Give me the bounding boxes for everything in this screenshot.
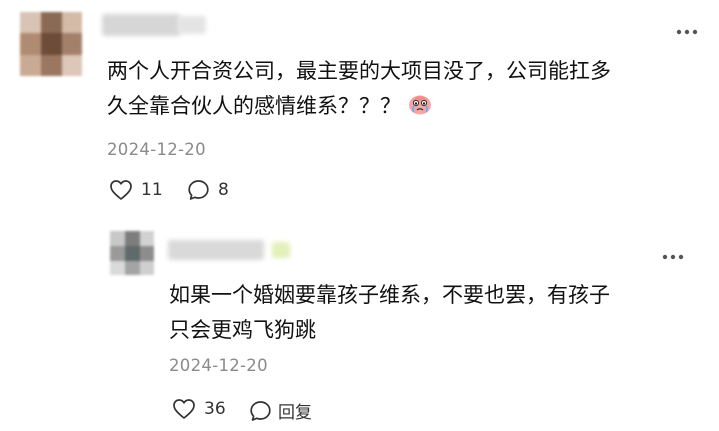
comment-date: 2024-12-20	[107, 140, 206, 159]
comment-text-line-2: 久全靠合伙人的感情维系？？？	[107, 89, 707, 127]
reply-action-label: 回复	[278, 403, 312, 423]
commenter-avatar[interactable]	[20, 12, 82, 76]
reply-text-line-2: 只会更鸡飞狗跳	[169, 318, 316, 342]
replier-avatar[interactable]	[110, 231, 154, 275]
reply-text-line-1: 如果一个婚姻要靠孩子维系，不要也罢，有孩子	[169, 283, 610, 307]
crying-face-emoji-icon	[407, 90, 433, 127]
heart-icon	[173, 399, 195, 419]
commenter-name-blurred[interactable]	[102, 14, 180, 36]
more-dots-icon[interactable]	[662, 243, 684, 263]
comment-text-line-1: 两个人开合资公司，最主要的大项目没了，公司能扛多	[107, 59, 611, 83]
commenter-name-blurred-tail	[178, 16, 206, 34]
comment-like-button[interactable]: 11	[109, 179, 163, 201]
comment-thread: 两个人开合资公司，最主要的大项目没了，公司能扛多 久全靠合伙人的感情维系？？？ …	[0, 0, 719, 431]
reply-like-button[interactable]: 36	[172, 398, 226, 420]
heart-icon	[110, 180, 132, 200]
more-dots-icon[interactable]	[676, 18, 698, 38]
speech-bubble-icon	[188, 180, 209, 200]
speech-bubble-icon	[250, 400, 271, 421]
comment-body: 两个人开合资公司，最主要的大项目没了，公司能扛多 久全靠合伙人的感情维系？？？	[107, 54, 707, 127]
replier-name-blurred[interactable]	[168, 240, 264, 260]
comment-text-line-2-content: 久全靠合伙人的感情维系？？？	[107, 94, 401, 118]
reply-body: 如果一个婚姻要靠孩子维系，不要也罢，有孩子 只会更鸡飞狗跳	[169, 278, 699, 348]
reply-date: 2024-12-20	[169, 356, 268, 375]
like-count: 36	[204, 399, 226, 419]
replier-badge-blurred	[272, 242, 290, 258]
like-count: 11	[141, 180, 163, 200]
reply-to-reply-button[interactable]: 回复	[249, 398, 312, 423]
comment-reply-button[interactable]: 8	[187, 179, 229, 201]
reply-count: 8	[218, 180, 229, 200]
